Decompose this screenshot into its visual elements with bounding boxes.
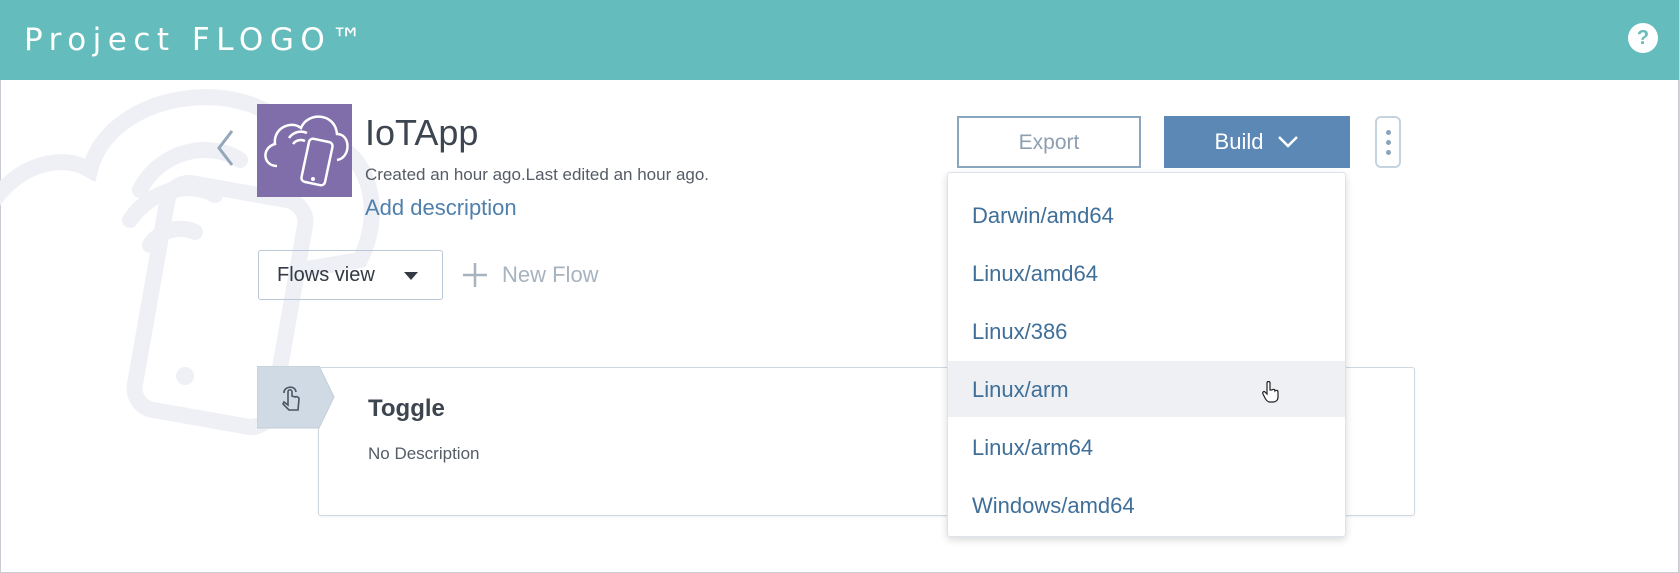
touch-pointer-icon <box>282 386 300 411</box>
menu-item-darwin-amd64[interactable]: Darwin/amd64 <box>948 187 1345 243</box>
menu-item-label: Linux/arm64 <box>972 435 1094 460</box>
top-bar: Project FLOGO™ ? <box>0 0 1679 80</box>
menu-item-label: Linux/arm <box>972 377 1069 402</box>
app-meta: Created an hour ago.Last edited an hour … <box>365 165 710 184</box>
plus-icon <box>463 263 487 287</box>
menu-item-label: Windows/amd64 <box>972 493 1135 518</box>
app-name: IoTApp <box>365 112 479 153</box>
menu-item-windows-amd64[interactable]: Windows/amd64 <box>948 477 1345 533</box>
menu-item-linux-arm64[interactable]: Linux/arm64 <box>948 419 1345 475</box>
menu-item-linux-386[interactable]: Linux/386 <box>948 303 1345 359</box>
app-logo <box>257 104 352 197</box>
question-mark-icon[interactable]: ? <box>1628 23 1658 53</box>
caret-down-icon <box>404 272 418 280</box>
add-description-link[interactable]: Add description <box>365 195 517 221</box>
new-flow-button[interactable]: New Flow <box>462 258 599 292</box>
more-options-button[interactable] <box>1375 116 1401 168</box>
menu-item-label: Linux/386 <box>972 319 1068 344</box>
flow-title[interactable]: Toggle <box>368 395 445 423</box>
chevron-down-icon <box>1278 136 1299 148</box>
brand-title: Project FLOGO™ <box>24 22 369 58</box>
build-button[interactable]: Build <box>1164 116 1350 168</box>
menu-item-label: Darwin/amd64 <box>972 203 1114 228</box>
flows-view-select[interactable]: Flows view <box>258 250 443 300</box>
menu-item-label: Linux/amd64 <box>972 261 1098 286</box>
cloud-phone-icon <box>264 115 349 187</box>
build-button-label: Build <box>1214 129 1264 154</box>
vertical-ellipsis-icon <box>1386 130 1391 135</box>
flows-view-selected: Flows view <box>277 264 375 286</box>
export-button[interactable]: Export <box>957 116 1141 168</box>
menu-item-linux-amd64[interactable]: Linux/amd64 <box>948 245 1345 301</box>
hand-cursor-icon <box>1262 381 1279 403</box>
back-chevron-icon[interactable] <box>215 128 235 168</box>
menu-item-linux-arm[interactable]: Linux/arm <box>948 361 1345 417</box>
flow-description: No Description <box>368 444 480 463</box>
build-target-menu: Darwin/amd64 Linux/amd64 Linux/386 Linux… <box>947 172 1346 537</box>
new-flow-label: New Flow <box>502 262 599 287</box>
